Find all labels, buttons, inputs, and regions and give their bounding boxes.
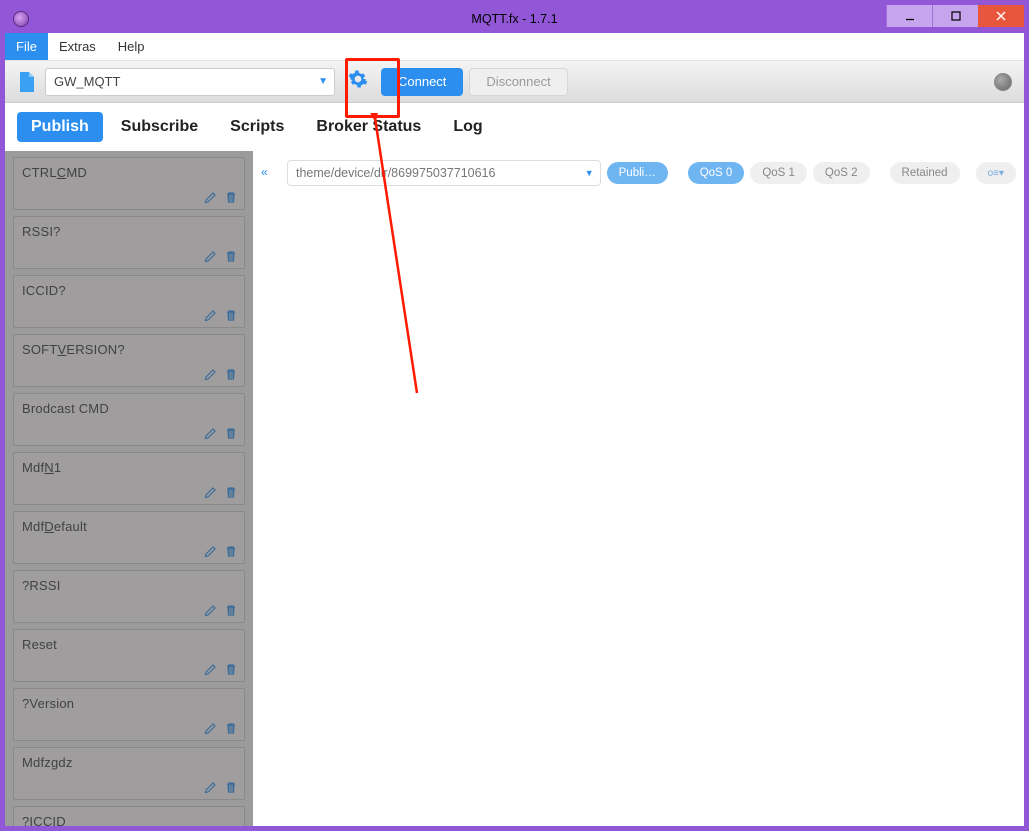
qos-2-pill[interactable]: QoS 2 <box>813 162 870 184</box>
saved-topic-item[interactable]: SOFTVERSION? <box>13 334 245 387</box>
tab-scripts[interactable]: Scripts <box>216 112 298 142</box>
qos-0-pill[interactable]: QoS 0 <box>688 162 745 184</box>
saved-topic-label: Brodcast CMD <box>14 394 244 423</box>
saved-topic-item[interactable]: ICCID? <box>13 275 245 328</box>
saved-topic-label: ?RSSI <box>14 571 244 600</box>
saved-topic-item[interactable]: CTRLCMD <box>13 157 245 210</box>
saved-topic-item[interactable]: ?RSSI <box>13 570 245 623</box>
trash-icon[interactable] <box>224 662 238 676</box>
sidebar-collapse-button[interactable]: « <box>261 165 277 181</box>
publish-toolbar: « theme/device/dir/869975037710616 ▼ Pub… <box>253 151 1024 195</box>
edit-icon[interactable] <box>204 426 218 440</box>
connection-status-indicator <box>994 73 1012 91</box>
saved-topic-item[interactable]: Brodcast CMD <box>13 393 245 446</box>
saved-topic-item[interactable]: Reset <box>13 629 245 682</box>
edit-icon[interactable] <box>204 367 218 381</box>
saved-topic-label: MdfDefault <box>14 512 244 541</box>
app-icon <box>13 11 29 27</box>
trash-icon[interactable] <box>224 249 238 263</box>
tab-subscribe[interactable]: Subscribe <box>107 112 212 142</box>
menu-extras[interactable]: Extras <box>48 33 107 60</box>
edit-icon[interactable] <box>204 485 218 499</box>
chevron-down-icon: ▼ <box>585 168 594 178</box>
gear-icon <box>348 69 368 94</box>
saved-topic-label: ICCID? <box>14 276 244 305</box>
trash-icon[interactable] <box>224 544 238 558</box>
publish-button[interactable]: Publi… <box>607 162 668 184</box>
connection-profile-value: GW_MQTT <box>54 74 120 89</box>
topic-value: theme/device/dir/869975037710616 <box>296 166 495 180</box>
trash-icon[interactable] <box>224 190 238 204</box>
edit-icon[interactable] <box>204 780 218 794</box>
edit-icon[interactable] <box>204 603 218 617</box>
saved-topics-sidebar[interactable]: CTRLCMD RSSI? ICCID? SOFTVERSION? Brodcast C… <box>5 151 253 826</box>
minimize-button[interactable] <box>886 5 932 27</box>
edit-icon[interactable] <box>204 662 218 676</box>
edit-icon[interactable] <box>204 190 218 204</box>
disconnect-button[interactable]: Disconnect <box>469 68 567 96</box>
connection-bar: GW_MQTT ▼ Connect Disconnect <box>5 61 1024 103</box>
qos-1-pill[interactable]: QoS 1 <box>750 162 807 184</box>
saved-topic-label: Mdfzgdz <box>14 748 244 777</box>
saved-topic-item[interactable]: ?ICCID <box>13 806 245 826</box>
tab-publish[interactable]: Publish <box>17 112 103 142</box>
saved-topic-label: ?Version <box>14 689 244 718</box>
saved-topic-label: CTRLCMD <box>14 158 244 187</box>
connect-button[interactable]: Connect <box>381 68 463 96</box>
connection-settings-button[interactable] <box>341 67 375 97</box>
saved-topic-label: MdfN1 <box>14 453 244 482</box>
saved-topic-label: SOFTVERSION? <box>14 335 244 364</box>
edit-icon[interactable] <box>204 544 218 558</box>
publish-main-area: « theme/device/dir/869975037710616 ▼ Pub… <box>253 151 1024 826</box>
saved-topic-item[interactable]: MdfN1 <box>13 452 245 505</box>
connection-profile-combo[interactable]: GW_MQTT ▼ <box>45 68 335 96</box>
trash-icon[interactable] <box>224 485 238 499</box>
saved-topic-label: ?ICCID <box>14 807 244 826</box>
menu-file[interactable]: File <box>5 33 48 60</box>
menu-help[interactable]: Help <box>107 33 156 60</box>
trash-icon[interactable] <box>224 308 238 322</box>
menubar: File Extras Help <box>5 33 1024 61</box>
tab-log[interactable]: Log <box>439 112 496 142</box>
tab-broker-status[interactable]: Broker Status <box>302 112 435 142</box>
topic-combo[interactable]: theme/device/dir/869975037710616 ▼ <box>287 160 601 186</box>
chevron-down-icon: ▼ <box>318 76 328 87</box>
saved-topic-label: RSSI? <box>14 217 244 246</box>
saved-topic-label: Reset <box>14 630 244 659</box>
trash-icon[interactable] <box>224 367 238 381</box>
window-title: MQTT.fx - 1.7.1 <box>5 12 1024 26</box>
maximize-button[interactable] <box>932 5 978 27</box>
edit-icon[interactable] <box>204 249 218 263</box>
saved-topic-item[interactable]: Mdfzgdz <box>13 747 245 800</box>
saved-topic-item[interactable]: RSSI? <box>13 216 245 269</box>
trash-icon[interactable] <box>224 780 238 794</box>
trash-icon[interactable] <box>224 721 238 735</box>
format-options-pill[interactable]: o≡▾ <box>976 162 1016 184</box>
edit-icon[interactable] <box>204 308 218 322</box>
saved-topic-item[interactable]: MdfDefault <box>13 511 245 564</box>
main-tabbar: Publish Subscribe Scripts Broker Status … <box>5 103 1024 151</box>
trash-icon[interactable] <box>224 603 238 617</box>
edit-icon[interactable] <box>204 721 218 735</box>
saved-topic-item[interactable]: ?Version <box>13 688 245 741</box>
retained-pill[interactable]: Retained <box>890 162 960 184</box>
trash-icon[interactable] <box>224 426 238 440</box>
window-titlebar: MQTT.fx - 1.7.1 <box>5 5 1024 33</box>
close-button[interactable] <box>978 5 1024 27</box>
profile-file-icon <box>17 70 37 94</box>
